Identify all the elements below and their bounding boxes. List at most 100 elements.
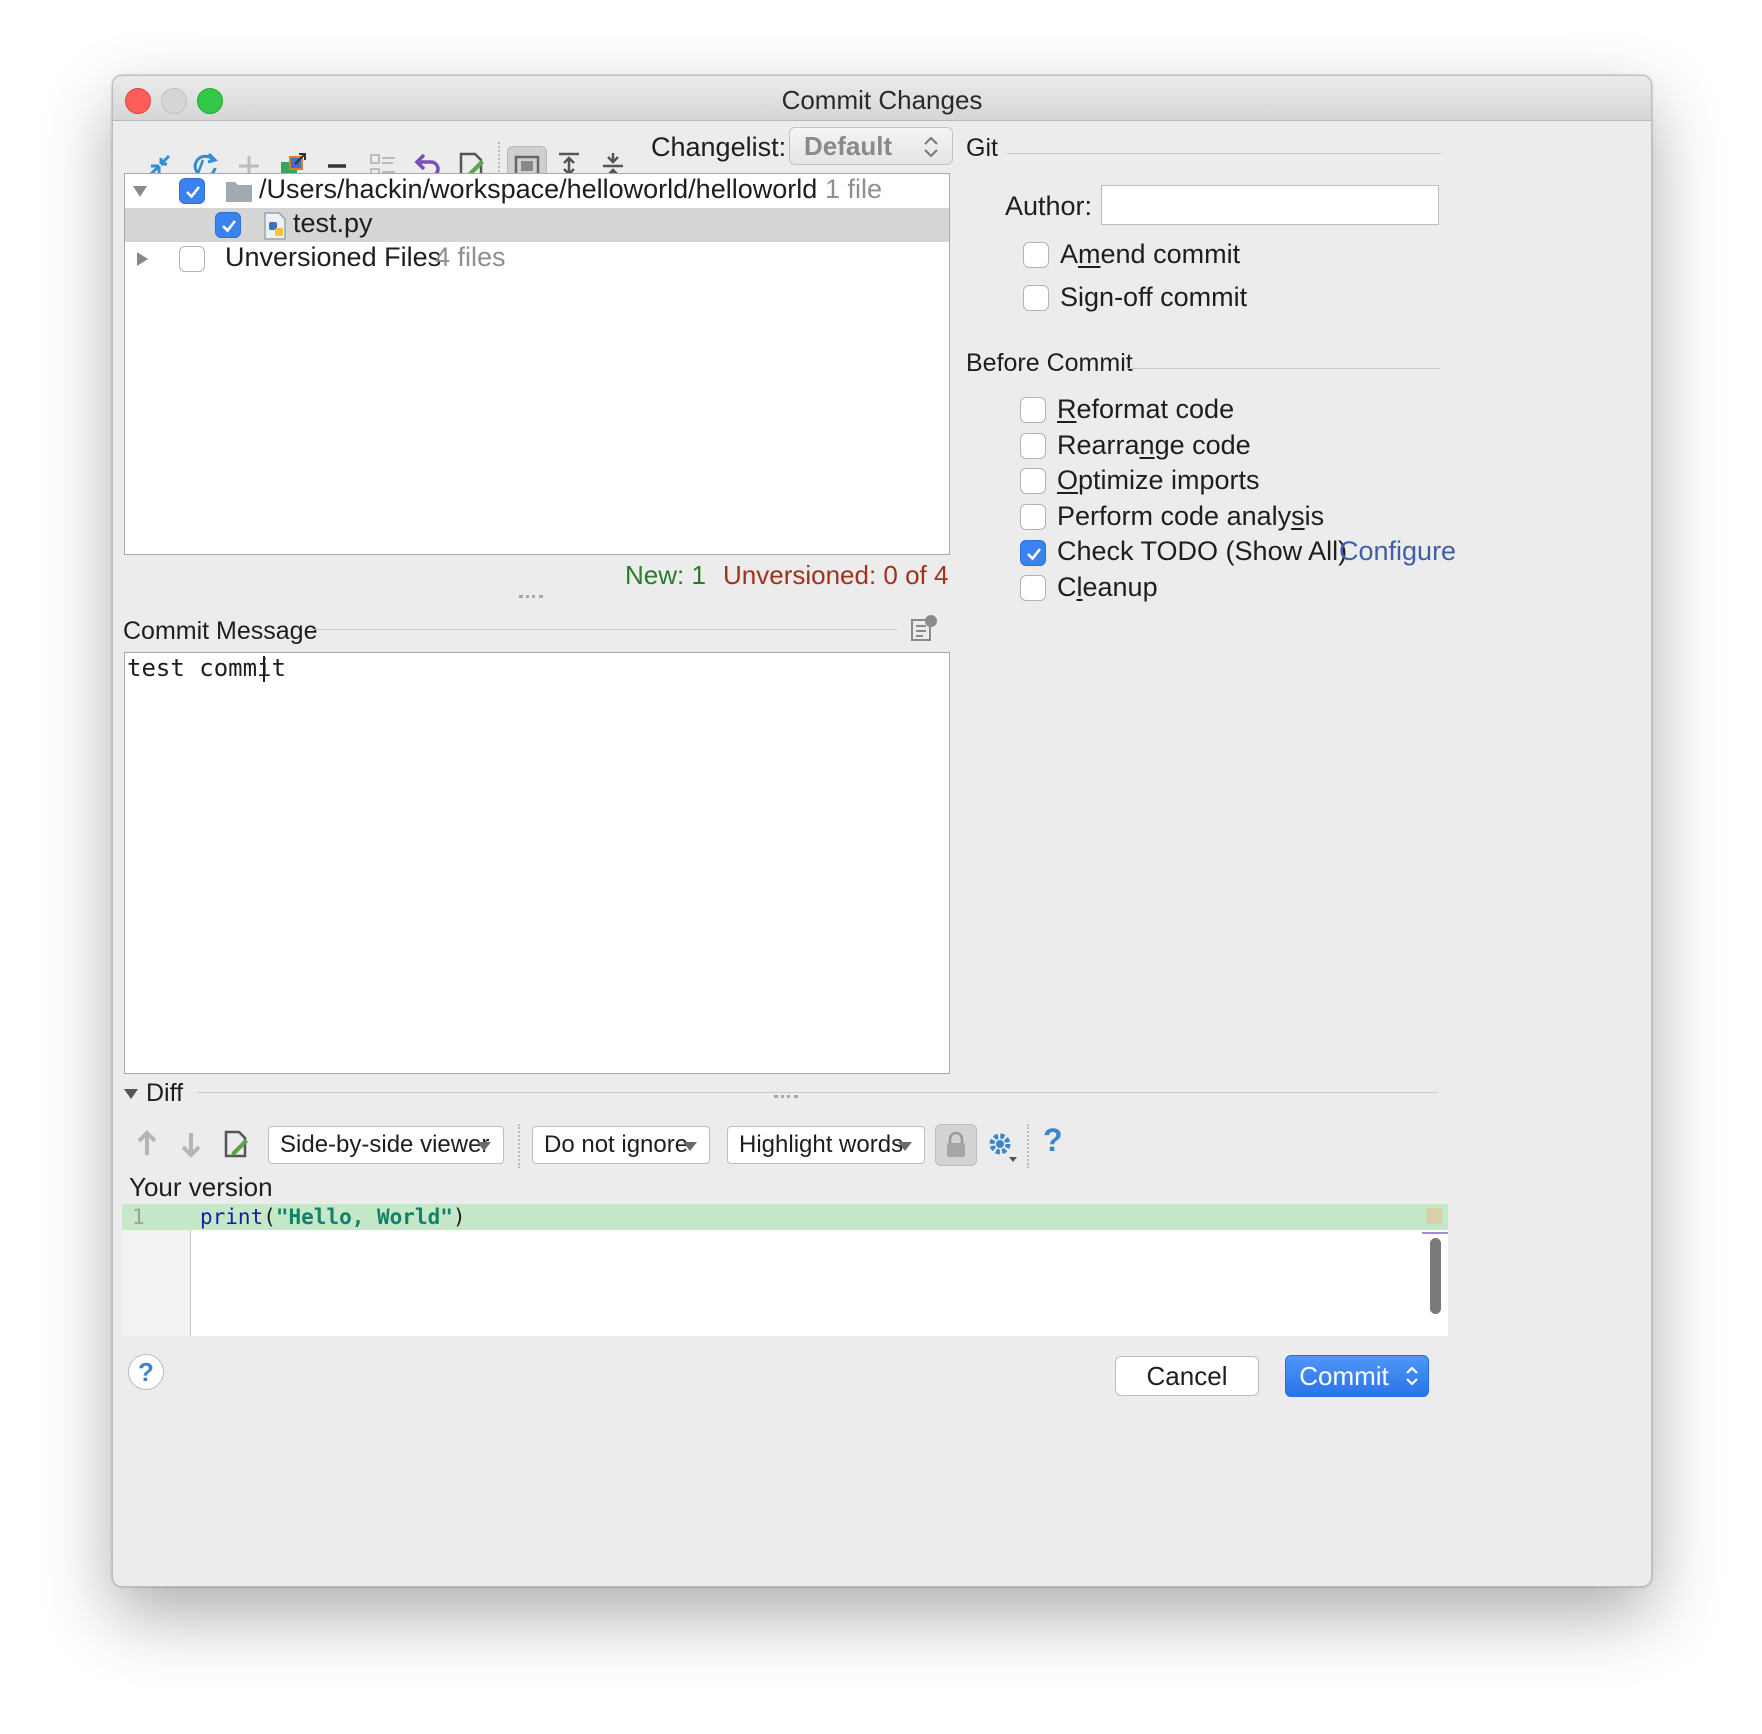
commit-button[interactable]: Commit bbox=[1285, 1355, 1429, 1397]
reformat-mnemonic: R bbox=[1057, 394, 1077, 424]
highlight-value: Highlight words bbox=[739, 1131, 904, 1158]
diff-splitter-handle[interactable] bbox=[774, 1095, 798, 1098]
diff-collapse-triangle-icon[interactable] bbox=[123, 1087, 139, 1101]
python-file-icon bbox=[264, 212, 286, 240]
reformat-post: eformat code bbox=[1076, 394, 1235, 424]
unversioned-count: 4 files bbox=[435, 242, 506, 272]
window-title: Commit Changes bbox=[781, 85, 983, 115]
unversioned-label: Unversioned Files bbox=[225, 242, 442, 272]
lock-icon bbox=[947, 1131, 965, 1157]
ignore-dropdown-arrow-icon bbox=[683, 1142, 697, 1151]
before-commit-title: Before Commit bbox=[966, 349, 1133, 377]
scroll-marker bbox=[1422, 1232, 1448, 1234]
cleanup-label[interactable]: Cleanup bbox=[1057, 572, 1158, 603]
changes-tree[interactable]: /Users/hackin/workspace/helloworld/hello… bbox=[124, 173, 950, 555]
amend-commit-label[interactable]: Amend commit bbox=[1060, 239, 1240, 270]
rearrange-code-label[interactable]: Rearrange code bbox=[1057, 430, 1251, 461]
help-button[interactable]: ? bbox=[128, 1354, 164, 1390]
diff-editor[interactable]: 1 print("Hello, World") bbox=[122, 1204, 1448, 1336]
code-close-paren: ) bbox=[452, 1205, 466, 1229]
reformat-code-label[interactable]: Reformat code bbox=[1057, 394, 1234, 425]
check-todo-label[interactable]: Check TODO (Show All) bbox=[1057, 536, 1347, 567]
highlight-dropdown-arrow-icon bbox=[898, 1142, 912, 1151]
table-row[interactable]: test.py bbox=[125, 208, 949, 242]
signoff-mnemonic: g bbox=[1084, 282, 1100, 312]
commit-message-label: Commit Message bbox=[123, 617, 318, 645]
diff-section-title: Diff bbox=[146, 1079, 184, 1107]
optimize-imports-label[interactable]: Optimize imports bbox=[1057, 465, 1260, 496]
author-input[interactable] bbox=[1101, 185, 1439, 225]
changelist-select[interactable]: Default bbox=[789, 127, 953, 165]
ignore-select[interactable]: Do not ignore bbox=[532, 1126, 710, 1164]
unversioned-checkbox[interactable] bbox=[179, 246, 205, 272]
check-todo-checkbox[interactable] bbox=[1020, 540, 1046, 566]
edit-source-diff-icon[interactable] bbox=[221, 1129, 251, 1159]
file-name: test.py bbox=[293, 208, 373, 238]
diff-divider bbox=[197, 1092, 1437, 1093]
text-cursor bbox=[263, 656, 265, 682]
amend-mnemonic: m bbox=[1078, 239, 1101, 269]
analysis-pre: Perform code analy bbox=[1057, 501, 1292, 531]
commit-button-label: Commit bbox=[1299, 1361, 1389, 1391]
code-string: "Hello, World" bbox=[275, 1205, 453, 1229]
splitter-handle[interactable] bbox=[519, 595, 543, 598]
next-difference-icon[interactable] bbox=[177, 1129, 205, 1159]
configure-link[interactable]: Configure bbox=[1339, 536, 1456, 567]
rearrange-mnemonic: n bbox=[1139, 430, 1155, 460]
root-file-count: 1 file bbox=[825, 174, 883, 204]
diff-help-icon[interactable]: ? bbox=[1043, 1122, 1063, 1159]
title-bar: Commit Changes bbox=[113, 76, 1651, 121]
signoff-commit-label[interactable]: Sign-off commit bbox=[1060, 282, 1247, 313]
root-checkbox[interactable] bbox=[179, 178, 205, 204]
rearrange-pre: Rearra bbox=[1057, 430, 1140, 460]
file-checkbox[interactable] bbox=[215, 212, 241, 238]
your-version-label: Your version bbox=[129, 1172, 273, 1202]
code-analysis-label[interactable]: Perform code analysis bbox=[1057, 501, 1324, 532]
code-analysis-checkbox[interactable] bbox=[1020, 504, 1046, 530]
signoff-pre: Si bbox=[1060, 282, 1085, 312]
optimize-mnemonic: O bbox=[1057, 465, 1079, 495]
rearrange-post: ge code bbox=[1154, 430, 1251, 460]
cancel-button[interactable]: Cancel bbox=[1115, 1356, 1259, 1396]
ignore-value: Do not ignore bbox=[544, 1131, 689, 1158]
folder-icon bbox=[226, 182, 252, 202]
changelist-label: Changelist: bbox=[651, 132, 787, 162]
diff-toolbar-separator bbox=[518, 1124, 520, 1168]
gear-icon[interactable] bbox=[985, 1129, 1019, 1163]
collapsed-triangle-icon[interactable] bbox=[133, 250, 151, 268]
new-status: New: 1 bbox=[625, 560, 706, 590]
unversioned-status: Unversioned: 0 of 4 bbox=[723, 560, 949, 590]
line-number: 1 bbox=[132, 1205, 145, 1229]
amend-post: end commit bbox=[1100, 239, 1241, 269]
viewer-dropdown-arrow-icon bbox=[477, 1142, 491, 1151]
analysis-post: is bbox=[1304, 501, 1325, 531]
commit-dialog: Commit Changes Changelist: Default /User… bbox=[112, 75, 1652, 1587]
signoff-post: n-off commit bbox=[1099, 282, 1248, 312]
cleanup-checkbox[interactable] bbox=[1020, 575, 1046, 601]
optimize-imports-checkbox[interactable] bbox=[1020, 468, 1046, 494]
signoff-commit-checkbox[interactable] bbox=[1023, 285, 1049, 311]
author-label: Author: bbox=[1005, 191, 1093, 221]
git-divider bbox=[1007, 153, 1441, 154]
lock-scrolling-button[interactable] bbox=[935, 1124, 977, 1166]
amend-commit-checkbox[interactable] bbox=[1023, 242, 1049, 268]
rearrange-code-checkbox[interactable] bbox=[1020, 433, 1046, 459]
before-commit-divider bbox=[1128, 368, 1441, 369]
expand-triangle-icon[interactable] bbox=[131, 182, 149, 200]
highlight-select[interactable]: Highlight words bbox=[727, 1126, 925, 1164]
viewer-value: Side-by-side viewer bbox=[280, 1131, 490, 1158]
reformat-code-checkbox[interactable] bbox=[1020, 397, 1046, 423]
code-open-paren: ( bbox=[263, 1205, 276, 1229]
message-history-icon[interactable] bbox=[909, 613, 939, 643]
viewer-select[interactable]: Side-by-side viewer bbox=[268, 1126, 504, 1164]
diff-toolbar-separator-2 bbox=[1027, 1124, 1029, 1168]
changelist-value: Default bbox=[804, 131, 893, 161]
diff-scrollbar[interactable] bbox=[1430, 1238, 1441, 1314]
previous-difference-icon[interactable] bbox=[133, 1129, 161, 1159]
code-line: print("Hello, World") bbox=[200, 1204, 466, 1230]
root-path: /Users/hackin/workspace/helloworld/hello… bbox=[259, 174, 818, 204]
git-section-title: Git bbox=[966, 134, 998, 162]
commit-message-input[interactable]: test commit bbox=[124, 652, 950, 1074]
cleanup-post: eanup bbox=[1082, 572, 1158, 602]
cleanup-pre: C bbox=[1057, 572, 1077, 602]
